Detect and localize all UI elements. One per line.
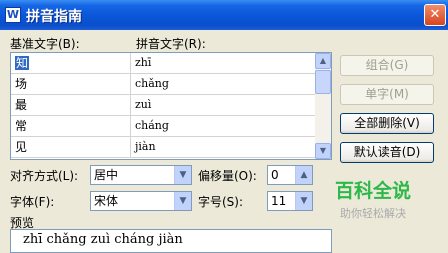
ruby-text-field[interactable]: chǎng [135, 74, 169, 94]
watermark-logo-text: 百科全说 [334, 180, 411, 202]
font-select[interactable]: 宋体 ▼ [90, 191, 192, 211]
alignment-label: 对齐方式(L): [10, 169, 79, 183]
default-reading-button[interactable]: 默认读音(D) [340, 142, 434, 163]
chevron-down-icon[interactable]: ▼ [174, 192, 191, 210]
spin-arrows-icon[interactable]: ▲ [295, 166, 312, 184]
size-value: 11 [271, 194, 287, 208]
size-select[interactable]: 11 ▼ [267, 191, 313, 211]
scroll-down-icon[interactable]: ▼ [315, 143, 331, 159]
base-text-label: 基准文字(B): [10, 37, 80, 51]
font-label: 字体(F): [10, 195, 55, 209]
alignment-value: 居中 [94, 168, 119, 182]
window-title: 拼音指南 [26, 9, 82, 25]
ruby-text-field[interactable]: zhī [135, 53, 151, 73]
list-row: 场 chǎng [11, 74, 316, 95]
base-text-field[interactable]: 常 [11, 116, 131, 136]
chevron-down-icon[interactable]: ▼ [174, 166, 191, 184]
close-button[interactable]: ✕ [424, 4, 446, 26]
base-text-value: 知 [15, 56, 30, 70]
base-text-field[interactable]: 知 [11, 53, 131, 73]
title-bar: W 拼音指南 ✕ [0, 0, 448, 30]
scroll-up-icon[interactable]: ▲ [315, 53, 331, 69]
size-label: 字号(S): [198, 195, 244, 209]
ruby-text-field[interactable]: zuì [135, 95, 151, 115]
list-scrollbar[interactable]: ▲ ▼ [315, 53, 331, 159]
word-app-icon: W [5, 7, 21, 23]
ruby-text-field[interactable]: jiàn [135, 137, 156, 157]
offset-label: 偏移量(O): [198, 169, 257, 183]
watermark-logo: 百科全说 助你轻松解决 [318, 176, 428, 222]
base-text-field[interactable]: 场 [11, 74, 131, 94]
list-row: 见 jiàn [11, 137, 316, 158]
base-text-field[interactable]: 见 [11, 137, 131, 157]
preview-text: zhī chǎng zuì cháng jiàn [23, 232, 183, 247]
preview-box: zhī chǎng zuì cháng jiàn [10, 229, 332, 253]
base-text-field[interactable]: 最 [11, 95, 131, 115]
ruby-text-field[interactable]: cháng [135, 116, 169, 136]
scroll-thumb[interactable] [315, 70, 331, 94]
watermark-slogan: 助你轻松解决 [340, 207, 406, 220]
ruby-text-label: 拼音文字(R): [136, 37, 206, 51]
offset-spinner[interactable]: 0 ▲ [267, 165, 313, 185]
alignment-select[interactable]: 居中 ▼ [90, 165, 192, 185]
font-value: 宋体 [94, 194, 119, 208]
list-row: 知 zhī [11, 53, 316, 74]
offset-value: 0 [271, 168, 279, 182]
phonetic-list: 知 zhī 场 chǎng 最 zuì 常 cháng 见 jiàn ▲ ▼ [10, 52, 332, 160]
single-char-button[interactable]: 单字(M) [340, 84, 434, 105]
clear-all-button[interactable]: 全部删除(V) [340, 113, 434, 134]
group-button[interactable]: 组合(G) [340, 55, 434, 76]
list-row: 常 cháng [11, 116, 316, 137]
list-row: 最 zuì [11, 95, 316, 116]
chevron-down-icon[interactable]: ▼ [295, 192, 312, 210]
